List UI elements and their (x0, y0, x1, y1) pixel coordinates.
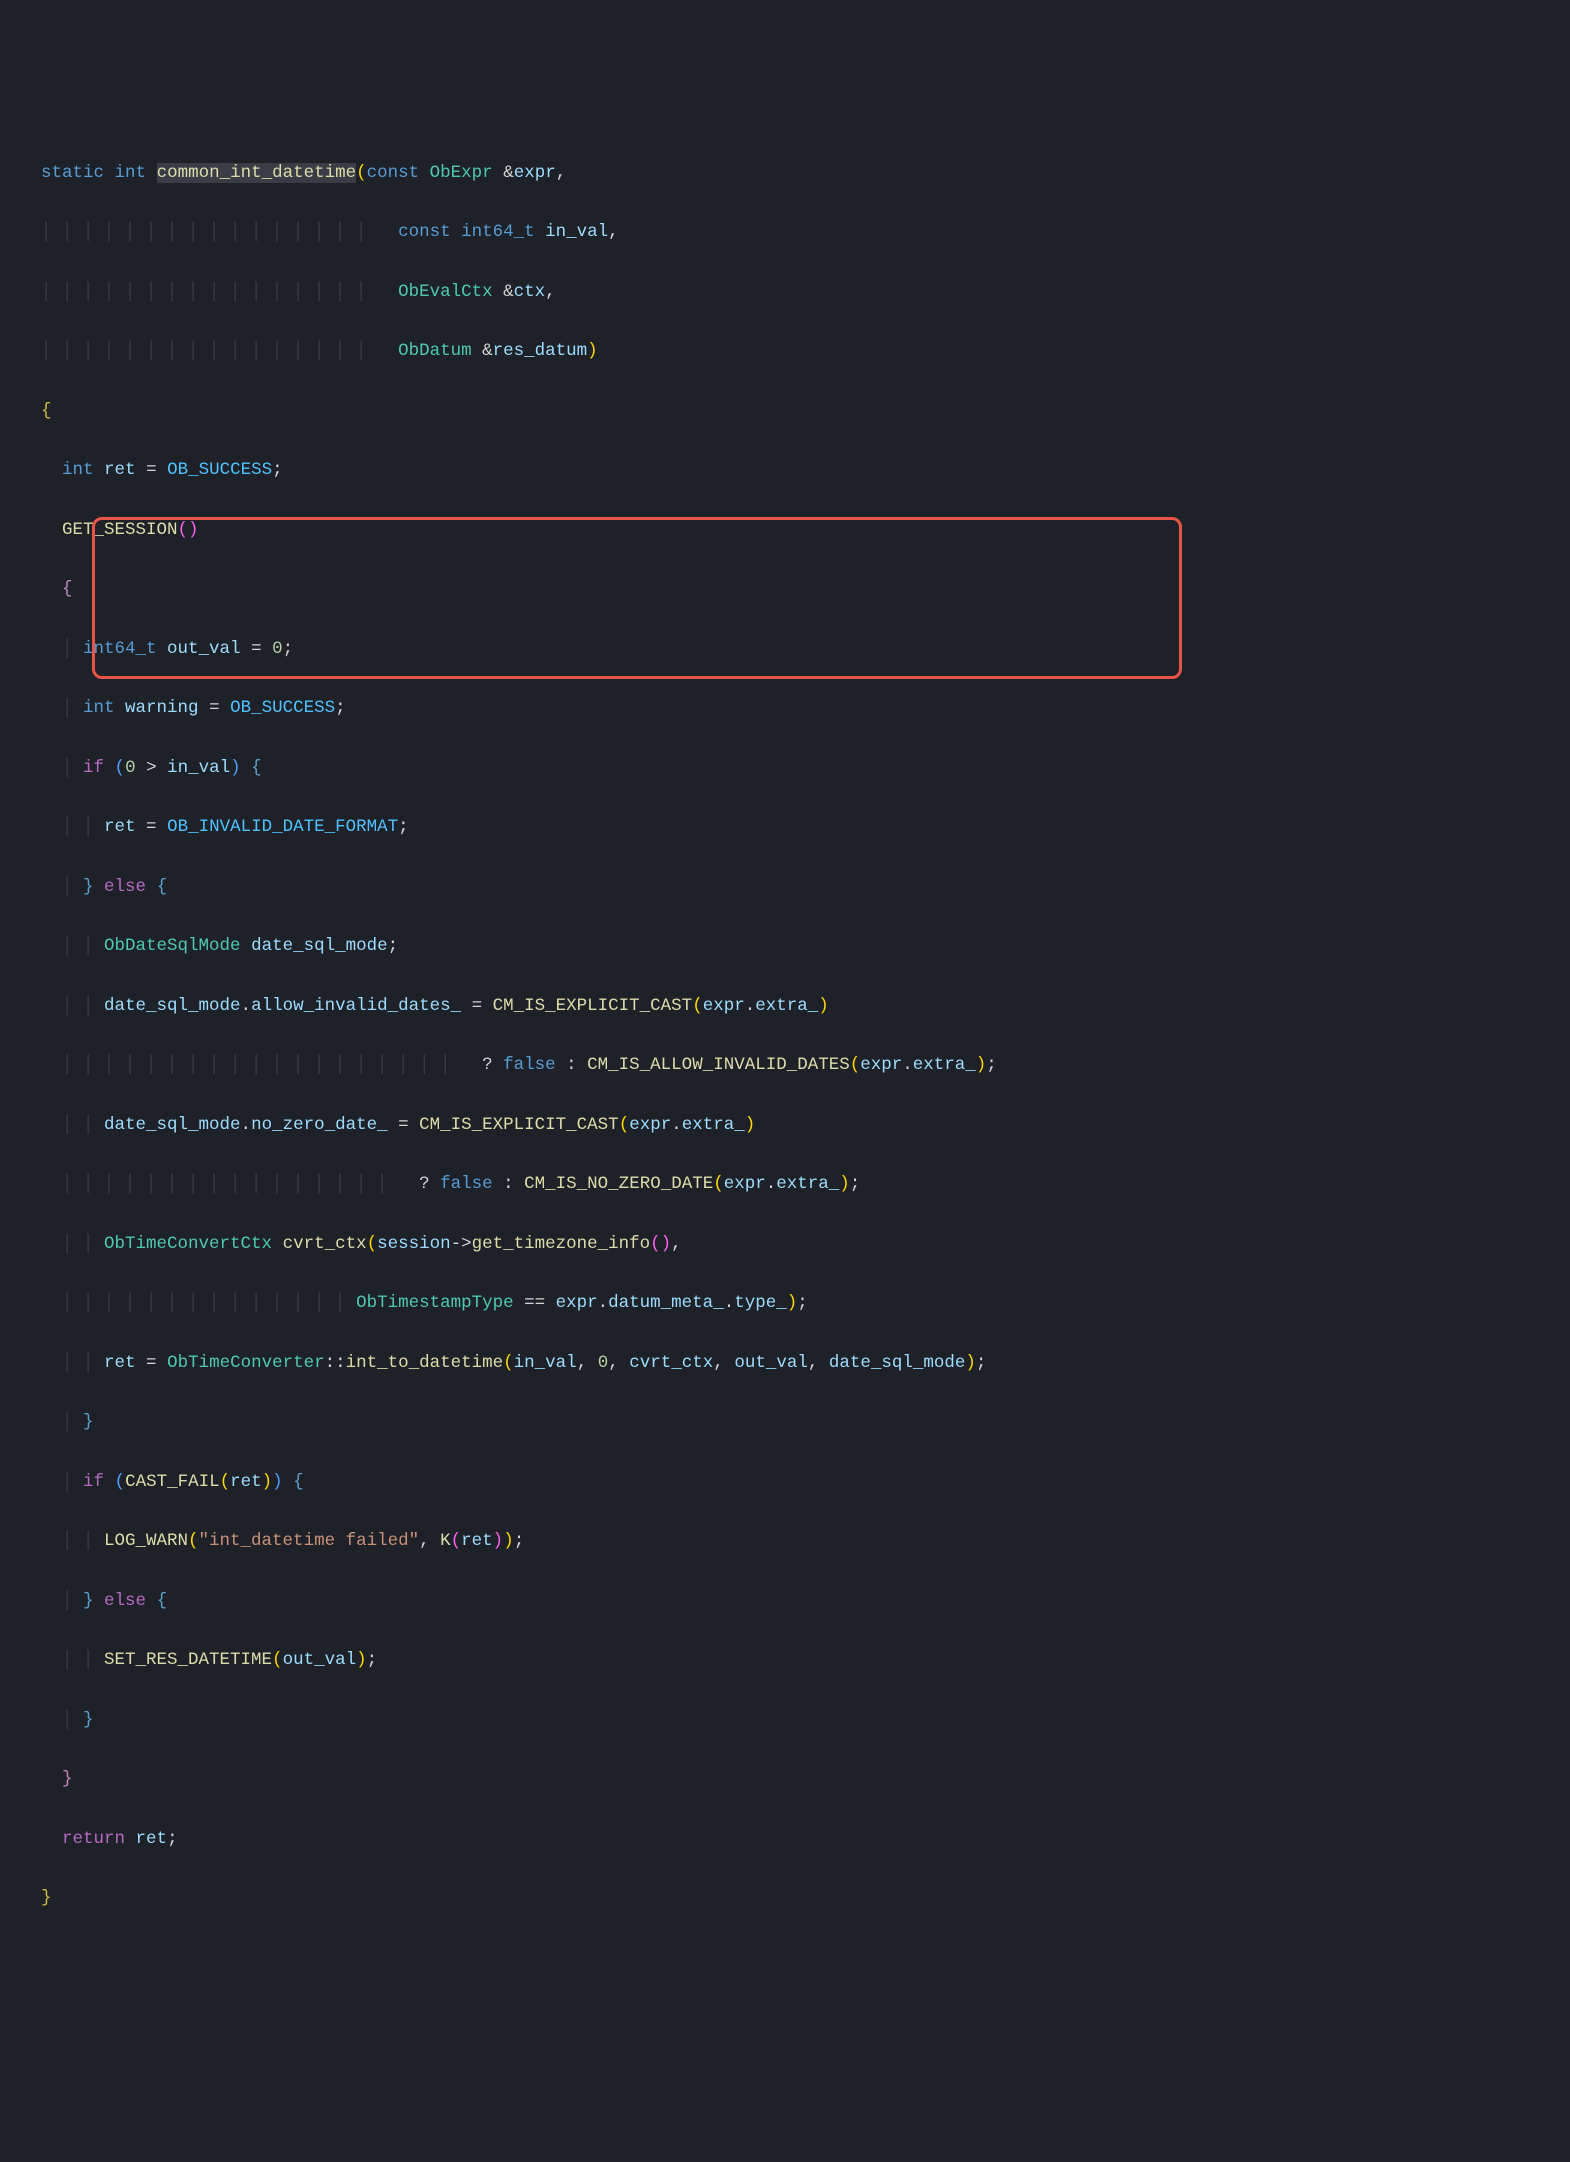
code-line: │ } (20, 1706, 1550, 1736)
code-line: │ if (CAST_FAIL(ret)) { (20, 1468, 1550, 1498)
code-line: int ret = OB_SUCCESS; (20, 456, 1550, 486)
code-line: │ │ ObDateSqlMode date_sql_mode; (20, 932, 1550, 962)
code-line: │ if (0 > in_val) { (20, 754, 1550, 784)
code-line: │ │ │ │ │ │ │ │ │ │ │ │ │ │ │ │ ? false … (20, 1170, 1550, 1200)
code-line: GET_SESSION() (20, 516, 1550, 546)
code-line: │ int warning = OB_SUCCESS; (20, 694, 1550, 724)
code-line: │ int64_t out_val = 0; (20, 635, 1550, 665)
code-line: │ } else { (20, 873, 1550, 903)
code-line: │ │ │ │ │ │ │ │ │ │ │ │ │ │ │ │ ObDatum … (20, 337, 1550, 367)
code-line: │ } else { (20, 1587, 1550, 1617)
code-line: │ │ ret = OB_INVALID_DATE_FORMAT; (20, 813, 1550, 843)
code-line: static int common_int_datetime(const ObE… (20, 159, 1550, 189)
code-line: │ │ │ │ │ │ │ │ │ │ │ │ │ │ │ │ ObEvalCt… (20, 278, 1550, 308)
code-line: │ │ date_sql_mode.no_zero_date_ = CM_IS_… (20, 1111, 1550, 1141)
code-line: { (20, 575, 1550, 605)
code-editor: static int common_int_datetime(const ObE… (20, 129, 1550, 2003)
code-line: │ │ ObTimeConvertCtx cvrt_ctx(session->g… (20, 1230, 1550, 1260)
code-line: } (20, 1765, 1550, 1795)
code-line: │ │ LOG_WARN("int_datetime failed", K(re… (20, 1527, 1550, 1557)
code-line: } (20, 1884, 1550, 1914)
code-line: │ │ ret = ObTimeConverter::int_to_dateti… (20, 1349, 1550, 1379)
code-line: │ │ │ │ │ │ │ │ │ │ │ │ │ │ ObTimestampT… (20, 1289, 1550, 1319)
code-line: │ │ date_sql_mode.allow_invalid_dates_ =… (20, 992, 1550, 1022)
code-line: { (20, 397, 1550, 427)
code-line: │ │ SET_RES_DATETIME(out_val); (20, 1646, 1550, 1676)
code-line: │ │ │ │ │ │ │ │ │ │ │ │ │ │ │ │ │ │ │ ? … (20, 1051, 1550, 1081)
code-line: │ } (20, 1408, 1550, 1438)
code-line: │ │ │ │ │ │ │ │ │ │ │ │ │ │ │ │ const in… (20, 218, 1550, 248)
function-name-highlighted: common_int_datetime (157, 163, 357, 183)
code-line: return ret; (20, 1825, 1550, 1855)
